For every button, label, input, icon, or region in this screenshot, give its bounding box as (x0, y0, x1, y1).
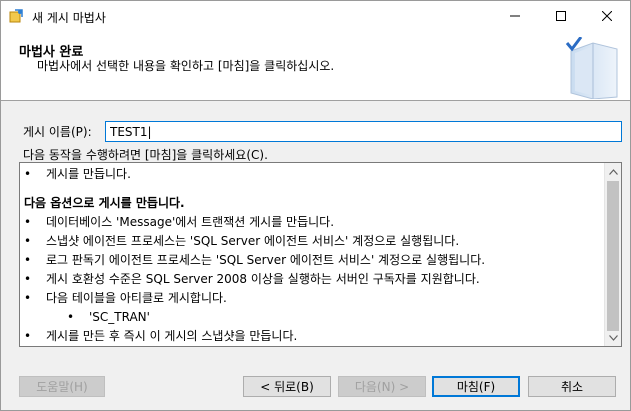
window-title: 새 게시 마법사 (32, 11, 106, 25)
summary-line: • 게시를 만든 후 즉시 이 게시의 스냅샷을 만듭니다. (24, 327, 601, 346)
wizard-app-icon (9, 9, 23, 23)
chevron-down-icon (608, 334, 618, 341)
bullet-icon: • (67, 310, 75, 324)
actions-label: 다음 동작을 수행하려면 [마침]을 클릭하세요(C). (23, 148, 268, 162)
summary-textbox[interactable]: • 게시를 만듭니다. 다음 옵션으로 게시를 만듭니다. • 데이터베이스 'Me… (19, 162, 622, 347)
close-button[interactable] (584, 1, 630, 31)
page-description: 마법사에서 선택한 내용을 확인하고 [마침]을 클릭하십시오. (37, 59, 335, 73)
vertical-scrollbar[interactable] (604, 163, 621, 346)
summary-line: • 게시를 만듭니다. (24, 165, 601, 184)
maximize-button[interactable] (538, 1, 584, 31)
summary-line: • 게시 호환성 수준은 SQL Server 2008 이상을 실행하는 서버인… (24, 270, 601, 289)
cancel-button[interactable]: 취소 (528, 376, 616, 397)
publication-name-input[interactable] (105, 121, 622, 142)
books-check-icon (563, 36, 619, 100)
summary-line: • 데이터베이스 'Message'에서 트랜잭션 게시를 만듭니다. (24, 213, 601, 232)
title-bar: 새 게시 마법사 (1, 1, 630, 31)
minimize-button[interactable] (492, 1, 538, 31)
chevron-up-icon (608, 168, 618, 175)
bullet-icon: • (24, 167, 32, 181)
summary-content: • 게시를 만듭니다. 다음 옵션으로 게시를 만듭니다. • 데이터베이스 'Me… (20, 163, 605, 346)
summary-options-heading: 다음 옵션으로 게시를 만듭니다. (24, 196, 185, 210)
back-button[interactable]: < 뒤로(B) (243, 376, 331, 397)
bullet-icon: • (24, 253, 32, 267)
bullet-icon: • (24, 329, 32, 343)
wizard-window: 새 게시 마법사 마법사 완료 마법사에서 선택한 내용을 확인하고 [마침]을… (0, 0, 631, 411)
help-button[interactable]: 도움말(H) (19, 376, 105, 397)
publication-name-label: 게시 이름(P): (23, 125, 92, 139)
finish-button[interactable]: 마침(F) (432, 376, 520, 397)
summary-line: • 다음 테이블을 아티클로 게시합니다. (24, 289, 601, 308)
bullet-icon: • (24, 272, 32, 286)
bullet-icon: • (24, 215, 32, 229)
minimize-icon (510, 15, 520, 17)
wizard-header: 마법사 완료 마법사에서 선택한 내용을 확인하고 [마침]을 클릭하십시오. (1, 31, 630, 101)
close-icon (602, 11, 612, 21)
wizard-footer: 도움말(H) < 뒤로(B) 다음(N) > 마침(F) 취소 (1, 363, 630, 410)
scroll-down-button[interactable] (605, 329, 621, 346)
next-button[interactable]: 다음(N) > (338, 376, 426, 397)
summary-line: • 스냅샷 에이전트 프로세스는 'SQL Server 에이전트 서비스' 계정… (24, 232, 601, 251)
maximize-icon (556, 11, 566, 21)
scroll-thumb[interactable] (607, 181, 619, 331)
bullet-icon: • (24, 234, 32, 248)
bullet-icon: • (24, 291, 32, 305)
summary-line: • 로그 판독기 에이전트 프로세스는 'SQL Server 에이전트 서비스'… (24, 251, 601, 270)
scroll-up-button[interactable] (605, 163, 621, 180)
summary-article-line: • 'SC_TRAN' (24, 308, 601, 327)
